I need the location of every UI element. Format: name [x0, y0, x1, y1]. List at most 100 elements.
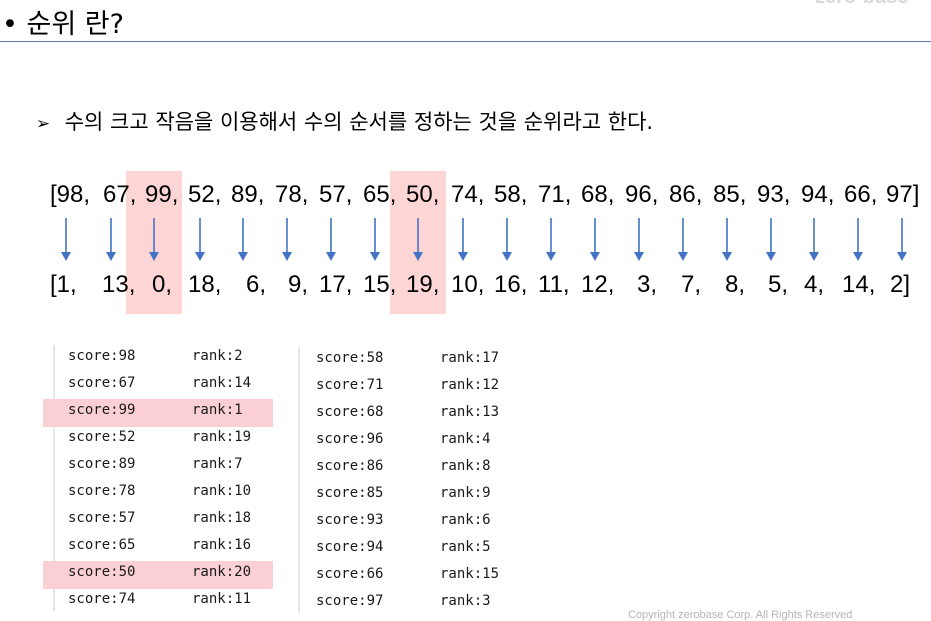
- rank-value-12: 12,: [581, 271, 615, 298]
- rank-value-17: 4,: [804, 271, 825, 298]
- score-label: score:71: [316, 377, 384, 393]
- down-arrow-icon: [853, 218, 863, 261]
- score-value-18: 66,: [844, 181, 878, 208]
- score-value-0: [98,: [50, 181, 91, 208]
- rank-value-10: 16,: [494, 271, 528, 298]
- score-label: score:58: [316, 350, 384, 366]
- score-label: score:68: [316, 404, 384, 420]
- score-label: score:86: [316, 458, 384, 474]
- rank-value-3: 18,: [188, 271, 222, 298]
- brand-watermark: zero-base: [815, 0, 908, 9]
- score-label: score:98: [68, 348, 136, 364]
- score-value-13: 96,: [625, 181, 659, 208]
- rank-value-16: 5,: [768, 271, 789, 298]
- rank-label: rank:5: [440, 539, 491, 555]
- rank-label: rank:10: [192, 483, 252, 499]
- rank-value-11: 11,: [538, 271, 570, 298]
- rank-value-14: 7,: [681, 271, 702, 298]
- down-arrow-icon: [458, 218, 468, 261]
- rank-label: rank:4: [440, 431, 491, 447]
- score-value-15: 85,: [713, 181, 747, 208]
- terminal-divider: [298, 347, 300, 613]
- down-arrow-icon: [722, 218, 732, 261]
- rank-value-18: 14,: [842, 271, 876, 298]
- rank-label: rank:15: [440, 566, 500, 582]
- score-label: score:52: [68, 429, 136, 445]
- score-label: score:57: [68, 510, 136, 526]
- down-arrow-icon: [809, 218, 819, 261]
- score-label: score:65: [68, 537, 136, 553]
- score-value-4: 89,: [231, 181, 265, 208]
- down-arrow-icon: [282, 218, 292, 261]
- score-label: score:74: [68, 591, 136, 607]
- rank-label: rank:16: [192, 537, 252, 553]
- rank-value-19: 2]: [890, 271, 911, 298]
- rank-label: rank:18: [192, 510, 252, 526]
- score-label: score:93: [316, 512, 384, 528]
- score-label: score:66: [316, 566, 384, 582]
- score-value-14: 86,: [669, 181, 703, 208]
- rank-label: rank:19: [192, 429, 252, 445]
- rank-label: rank:12: [440, 377, 500, 393]
- down-arrow-icon: [634, 218, 644, 261]
- rank-label: rank:1: [192, 402, 243, 418]
- bullet-point: ➢ 수의 크고 작음을 이용해서 수의 순서를 정하는 것을 순위라고 한다.: [36, 106, 653, 136]
- rank-value-1: 13,: [102, 271, 136, 298]
- down-arrow-icon: [149, 218, 159, 261]
- down-arrow-icon: [370, 218, 380, 261]
- score-value-12: 68,: [581, 181, 615, 208]
- rank-value-6: 17,: [319, 271, 353, 298]
- rank-value-13: 3,: [637, 271, 658, 298]
- score-label: score:67: [68, 375, 136, 391]
- down-arrow-icon: [106, 218, 116, 261]
- rank-value-0: [1,: [50, 271, 77, 298]
- down-arrow-icon: [238, 218, 248, 261]
- score-label: score:94: [316, 539, 384, 555]
- down-arrow-icon: [590, 218, 600, 261]
- down-arrow-icon: [413, 218, 423, 261]
- score-value-2: 99,: [145, 181, 179, 208]
- rank-value-15: 8,: [725, 271, 746, 298]
- rank-label: rank:8: [440, 458, 491, 474]
- score-value-17: 94,: [801, 181, 835, 208]
- score-value-19: 97]: [886, 181, 920, 208]
- title-divider: [0, 41, 931, 42]
- score-value-8: 50,: [406, 181, 440, 208]
- score-label: score:50: [68, 564, 136, 580]
- rank-value-8: 19,: [406, 271, 440, 298]
- copyright-text: Copyright zerobase Corp. All Rights Rese…: [628, 609, 853, 621]
- score-value-9: 74,: [451, 181, 485, 208]
- score-label: score:99: [68, 402, 136, 418]
- score-value-6: 57,: [319, 181, 353, 208]
- down-arrow-icon: [678, 218, 688, 261]
- down-arrow-icon: [546, 218, 556, 261]
- score-label: score:97: [316, 593, 384, 609]
- score-label: score:78: [68, 483, 136, 499]
- arrow-bullet-icon: ➢: [36, 114, 51, 134]
- rank-value-4: 6,: [246, 271, 267, 298]
- rank-label: rank:20: [192, 564, 252, 580]
- down-arrow-icon: [195, 218, 205, 261]
- rank-label: rank:7: [192, 456, 243, 472]
- down-arrow-icon: [326, 218, 336, 261]
- score-value-5: 78,: [275, 181, 309, 208]
- score-label: score:85: [316, 485, 384, 501]
- rank-label: rank:13: [440, 404, 500, 420]
- slide-title: • 순위 란?: [2, 9, 124, 40]
- score-value-10: 58,: [494, 181, 528, 208]
- rank-value-5: 9,: [288, 271, 309, 298]
- rank-label: rank:14: [192, 375, 252, 391]
- down-arrow-icon: [897, 218, 907, 261]
- down-arrow-icon: [61, 218, 71, 261]
- score-value-1: 67,: [103, 181, 137, 208]
- rank-label: rank:17: [440, 350, 500, 366]
- score-value-16: 93,: [757, 181, 791, 208]
- score-value-11: 71,: [538, 181, 572, 208]
- score-label: score:89: [68, 456, 136, 472]
- rank-label: rank:2: [192, 348, 243, 364]
- rank-value-7: 15,: [363, 271, 397, 298]
- rank-label: rank:6: [440, 512, 491, 528]
- rank-label: rank:11: [192, 591, 252, 607]
- score-label: score:96: [316, 431, 384, 447]
- down-arrow-icon: [502, 218, 512, 261]
